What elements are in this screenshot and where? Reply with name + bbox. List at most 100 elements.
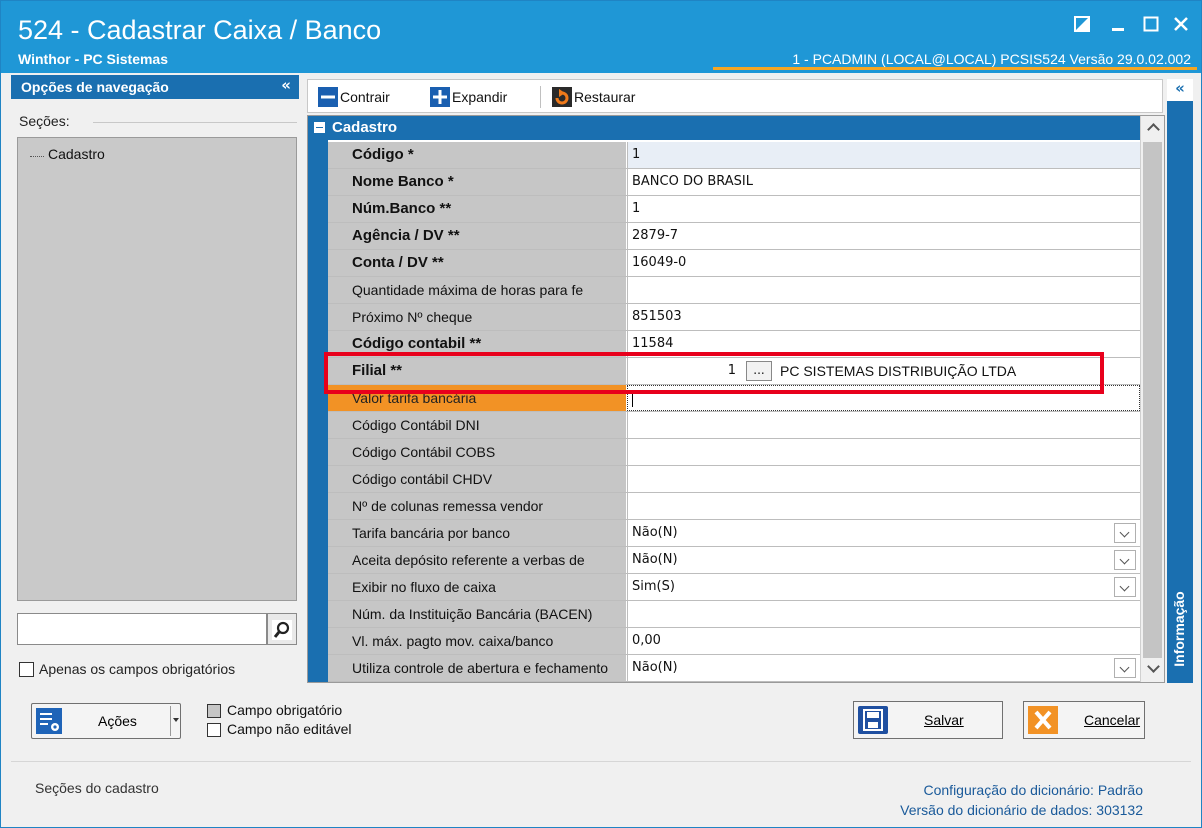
- chevron-down-icon[interactable]: [1114, 550, 1136, 570]
- dictionary-config-line: Configuração do dicionário: Padrão: [900, 780, 1144, 800]
- field-value[interactable]: [627, 439, 1140, 465]
- field-label: Próximo Nº cheque: [328, 304, 626, 330]
- field-row-qtd-horas[interactable]: Quantidade máxima de horas para fe: [328, 277, 1140, 304]
- actions-button[interactable]: Ações: [31, 703, 181, 739]
- info-collapse-icon[interactable]: «: [1167, 79, 1193, 101]
- minimize-icon[interactable]: [1105, 11, 1131, 37]
- info-side-tab[interactable]: Informação: [1167, 101, 1193, 683]
- group-title: Cadastro: [332, 119, 398, 136]
- restore-window-icon[interactable]: [1069, 11, 1095, 37]
- app-window: 524 - Cadastrar Caixa / Banco Winthor - …: [0, 0, 1202, 828]
- legend-required-swatch: [207, 704, 221, 718]
- field-row-conta[interactable]: Conta / DV ** 16049-0: [328, 250, 1140, 277]
- group-collapse-icon[interactable]: [314, 122, 325, 133]
- restore-label: Restaurar: [574, 89, 636, 105]
- field-row-valor-tarifa[interactable]: Valor tarifa bancária: [328, 385, 1140, 412]
- field-value[interactable]: 851503: [627, 304, 1140, 330]
- status-separator: [11, 761, 1191, 762]
- field-row-filial[interactable]: Filial ** 1 ... PC SISTEMAS DISTRIBUIÇÃO…: [328, 358, 1140, 385]
- filial-value[interactable]: 1 ... PC SISTEMAS DISTRIBUIÇÃO LTDA: [627, 358, 1140, 384]
- field-select[interactable]: Não(N): [627, 520, 1140, 546]
- field-label: Núm.Banco **: [328, 196, 626, 222]
- filial-code[interactable]: 1: [628, 358, 740, 384]
- expand-label: Expandir: [452, 89, 508, 105]
- field-row-aceita-deposito[interactable]: Aceita depósito referente a verbas de Nã…: [328, 547, 1140, 574]
- field-row-bacen[interactable]: Núm. da Instituição Bancária (BACEN): [328, 601, 1140, 628]
- chevron-down-icon[interactable]: [1114, 577, 1136, 597]
- actions-dropdown-icon[interactable]: [170, 706, 180, 736]
- group-header-cadastro[interactable]: Cadastro: [308, 116, 1140, 140]
- window-title: 524 - Cadastrar Caixa / Banco: [18, 15, 382, 45]
- tree-item-cadastro[interactable]: Cadastro: [48, 146, 105, 162]
- field-row-controle-abertura[interactable]: Utiliza controle de abertura e fechament…: [328, 655, 1140, 682]
- vertical-scrollbar[interactable]: [1140, 116, 1164, 682]
- info-tab-label: Informação: [1171, 591, 1187, 667]
- field-row-nome-banco[interactable]: Nome Banco * BANCO DO BRASIL: [328, 169, 1140, 196]
- scroll-up-icon[interactable]: [1141, 116, 1164, 138]
- search-button[interactable]: [267, 613, 297, 645]
- field-row-colunas-vendor[interactable]: Nº de colunas remessa vendor: [328, 493, 1140, 520]
- restore-button[interactable]: Restaurar: [552, 86, 635, 108]
- field-row-contabil-chdv[interactable]: Código contábil CHDV: [328, 466, 1140, 493]
- field-row-agencia[interactable]: Agência / DV ** 2879-7: [328, 223, 1140, 250]
- field-row-codigo[interactable]: Código * 1: [328, 142, 1140, 169]
- scroll-thumb[interactable]: [1143, 142, 1162, 658]
- field-select[interactable]: Não(N): [627, 655, 1140, 681]
- dictionary-version-value: 303132: [1096, 802, 1143, 818]
- expand-button[interactable]: Expandir: [430, 86, 507, 108]
- save-icon: [858, 706, 888, 734]
- field-select[interactable]: Não(N): [627, 547, 1140, 573]
- sections-label: Seções:: [19, 113, 70, 129]
- field-value[interactable]: 2879-7: [627, 223, 1140, 249]
- search-input[interactable]: [17, 613, 267, 645]
- actions-label: Ações: [98, 713, 137, 729]
- field-value[interactable]: [627, 466, 1140, 492]
- field-row-tarifa-por-banco[interactable]: Tarifa bancária por banco Não(N): [328, 520, 1140, 547]
- field-label: Filial **: [328, 358, 626, 384]
- save-button[interactable]: Salvar: [853, 701, 1003, 739]
- field-value[interactable]: BANCO DO BRASIL: [627, 169, 1140, 195]
- field-row-num-banco[interactable]: Núm.Banco ** 1: [328, 196, 1140, 223]
- close-icon[interactable]: [1168, 11, 1194, 37]
- field-value[interactable]: [627, 277, 1140, 303]
- field-value[interactable]: [627, 412, 1140, 438]
- field-row-codigo-contabil[interactable]: Código contabil ** 11584: [328, 331, 1140, 358]
- field-label: Código *: [328, 142, 626, 168]
- field-value[interactable]: 0,00: [627, 628, 1140, 654]
- toolbar-separator: [540, 86, 541, 108]
- contract-button[interactable]: Contrair: [318, 86, 390, 108]
- field-value-editing[interactable]: [627, 385, 1140, 411]
- field-label: Quantidade máxima de horas para fe: [328, 277, 626, 303]
- select-value: Não(N): [632, 552, 678, 567]
- scroll-down-icon[interactable]: [1141, 658, 1164, 680]
- required-only-checkbox[interactable]: [19, 662, 34, 677]
- field-value[interactable]: 16049-0: [627, 250, 1140, 276]
- field-select[interactable]: Sim(S): [627, 574, 1140, 600]
- field-value[interactable]: [627, 601, 1140, 627]
- chevron-down-icon[interactable]: [1114, 658, 1136, 678]
- filial-lookup-button[interactable]: ...: [746, 361, 772, 381]
- field-value[interactable]: 1: [627, 196, 1140, 222]
- field-row-contabil-dni[interactable]: Código Contábil DNI: [328, 412, 1140, 439]
- field-row-proximo-cheque[interactable]: Próximo Nº cheque 851503: [328, 304, 1140, 331]
- field-label: Núm. da Instituição Bancária (BACEN): [328, 601, 626, 627]
- dictionary-config-label: Configuração do dicionário:: [923, 782, 1094, 798]
- app-subtitle: Winthor - PC Sistemas: [18, 51, 169, 67]
- field-value[interactable]: 1: [627, 142, 1140, 168]
- chevron-down-icon[interactable]: [1114, 523, 1136, 543]
- collapse-icon: [318, 87, 338, 107]
- refresh-icon: [552, 87, 572, 107]
- dictionary-config-value[interactable]: Padrão: [1098, 782, 1143, 798]
- field-row-fluxo-caixa[interactable]: Exibir no fluxo de caixa Sim(S): [328, 574, 1140, 601]
- property-grid: Cadastro Código * 1 Nome Banco * BANCO D…: [307, 115, 1165, 683]
- maximize-icon[interactable]: [1138, 11, 1164, 37]
- field-row-vl-max-pagto[interactable]: Vl. máx. pagto mov. caixa/banco 0,00: [328, 628, 1140, 655]
- sections-tree[interactable]: Cadastro: [17, 137, 297, 601]
- nav-collapse-icon[interactable]: «: [281, 76, 291, 94]
- field-label: Conta / DV **: [328, 250, 626, 276]
- field-value[interactable]: [627, 493, 1140, 519]
- field-row-contabil-cobs[interactable]: Código Contábil COBS: [328, 439, 1140, 466]
- field-value[interactable]: 11584: [627, 331, 1140, 357]
- select-value: Sim(S): [632, 579, 675, 594]
- cancel-button[interactable]: Cancelar: [1023, 701, 1145, 739]
